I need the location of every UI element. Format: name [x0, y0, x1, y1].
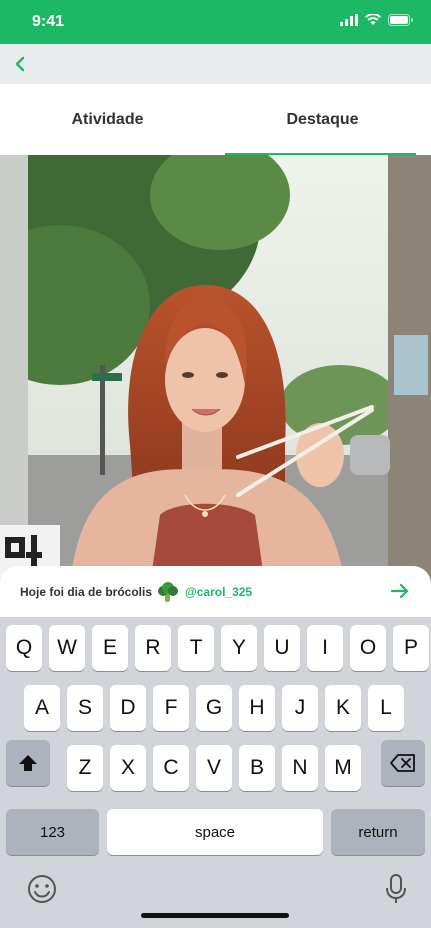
key-t[interactable]: T — [178, 625, 214, 671]
shift-icon — [19, 755, 37, 771]
caption-text: Hoje foi dia de brócolis — [20, 585, 153, 599]
key-z[interactable]: Z — [67, 745, 103, 791]
tab-destaque[interactable]: Destaque — [215, 84, 430, 156]
key-l[interactable]: L — [368, 685, 404, 731]
shift-key[interactable] — [6, 740, 50, 786]
key-i[interactable]: I — [307, 625, 343, 671]
key-d[interactable]: D — [110, 685, 146, 731]
key-r[interactable]: R — [135, 625, 171, 671]
return-key[interactable]: return — [331, 809, 425, 855]
photo-illustration — [0, 155, 431, 585]
wifi-icon — [365, 14, 381, 25]
status-time: 9:41 — [32, 13, 65, 30]
key-f[interactable]: F — [153, 685, 189, 731]
arrow-right-icon — [390, 583, 409, 599]
back-button[interactable] — [8, 52, 32, 76]
key-v[interactable]: V — [196, 745, 232, 791]
tab-atividade[interactable]: Atividade — [0, 84, 215, 156]
key-o[interactable]: O — [350, 625, 386, 671]
key-e[interactable]: E — [92, 625, 128, 671]
key-j[interactable]: J — [282, 685, 318, 731]
emoji-icon — [28, 875, 56, 903]
key-n[interactable]: N — [282, 745, 318, 791]
key-b[interactable]: B — [239, 745, 275, 791]
key-k[interactable]: K — [325, 685, 361, 731]
signal-icon — [340, 14, 358, 26]
key-y[interactable]: Y — [221, 625, 257, 671]
tab-label: Atividade — [71, 111, 144, 128]
emoji-button[interactable] — [26, 873, 58, 905]
chevron-left-icon — [15, 56, 25, 72]
key-m[interactable]: M — [325, 745, 361, 791]
microphone-button[interactable] — [383, 873, 409, 905]
tab-label: Destaque — [286, 111, 359, 128]
microphone-icon — [386, 874, 406, 903]
key-g[interactable]: G — [196, 685, 232, 731]
status-bar: 9:41 — [0, 0, 431, 44]
key-w[interactable]: W — [49, 625, 85, 671]
key-p[interactable]: P — [393, 625, 429, 671]
key-a[interactable]: A — [24, 685, 60, 731]
key-x[interactable]: X — [110, 745, 146, 791]
caption-username[interactable]: @carol_325 — [185, 585, 252, 599]
space-key[interactable]: space — [107, 809, 323, 855]
numbers-key[interactable]: 123 — [6, 809, 99, 855]
space-key-label: space — [194, 823, 236, 841]
send-button[interactable] — [389, 580, 411, 602]
key-c[interactable]: C — [153, 745, 189, 791]
return-key-label: return — [358, 823, 398, 841]
key-s[interactable]: S — [67, 685, 103, 731]
tab-bar: Atividade Destaque — [0, 84, 431, 156]
caption-bar: Hoje foi dia de brócolis @carol_325 — [0, 566, 431, 618]
keyboard: 123 space return QWERTYUIOP ASDFGHJKL ZXCV… — [0, 617, 431, 928]
battery-icon — [388, 14, 413, 26]
home-indicator — [141, 913, 289, 918]
navigation-bar — [0, 44, 431, 84]
key-u[interactable]: U — [264, 625, 300, 671]
numbers-key-label: 123 — [39, 823, 66, 841]
backspace-icon — [390, 754, 415, 772]
key-q[interactable]: Q — [6, 625, 42, 671]
delete-key[interactable] — [381, 740, 425, 786]
broccoli-icon — [157, 582, 179, 602]
key-h[interactable]: H — [239, 685, 275, 731]
featured-photo[interactable] — [0, 155, 431, 585]
